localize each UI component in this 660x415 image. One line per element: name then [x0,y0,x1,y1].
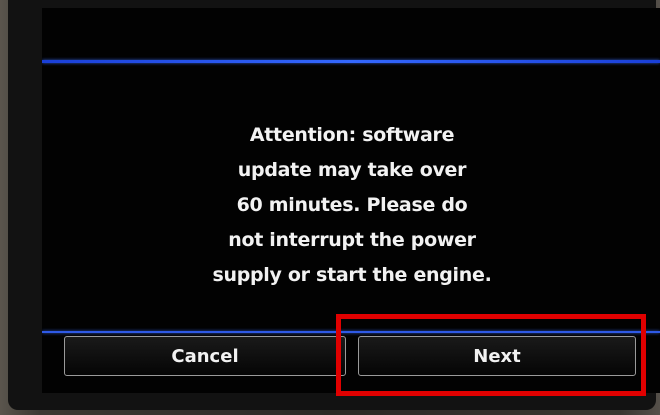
next-button-highlight [336,314,646,396]
warning-message: Attention: software update may take over… [212,124,492,286]
header-divider [42,60,660,63]
cancel-button[interactable]: Cancel [64,336,346,376]
